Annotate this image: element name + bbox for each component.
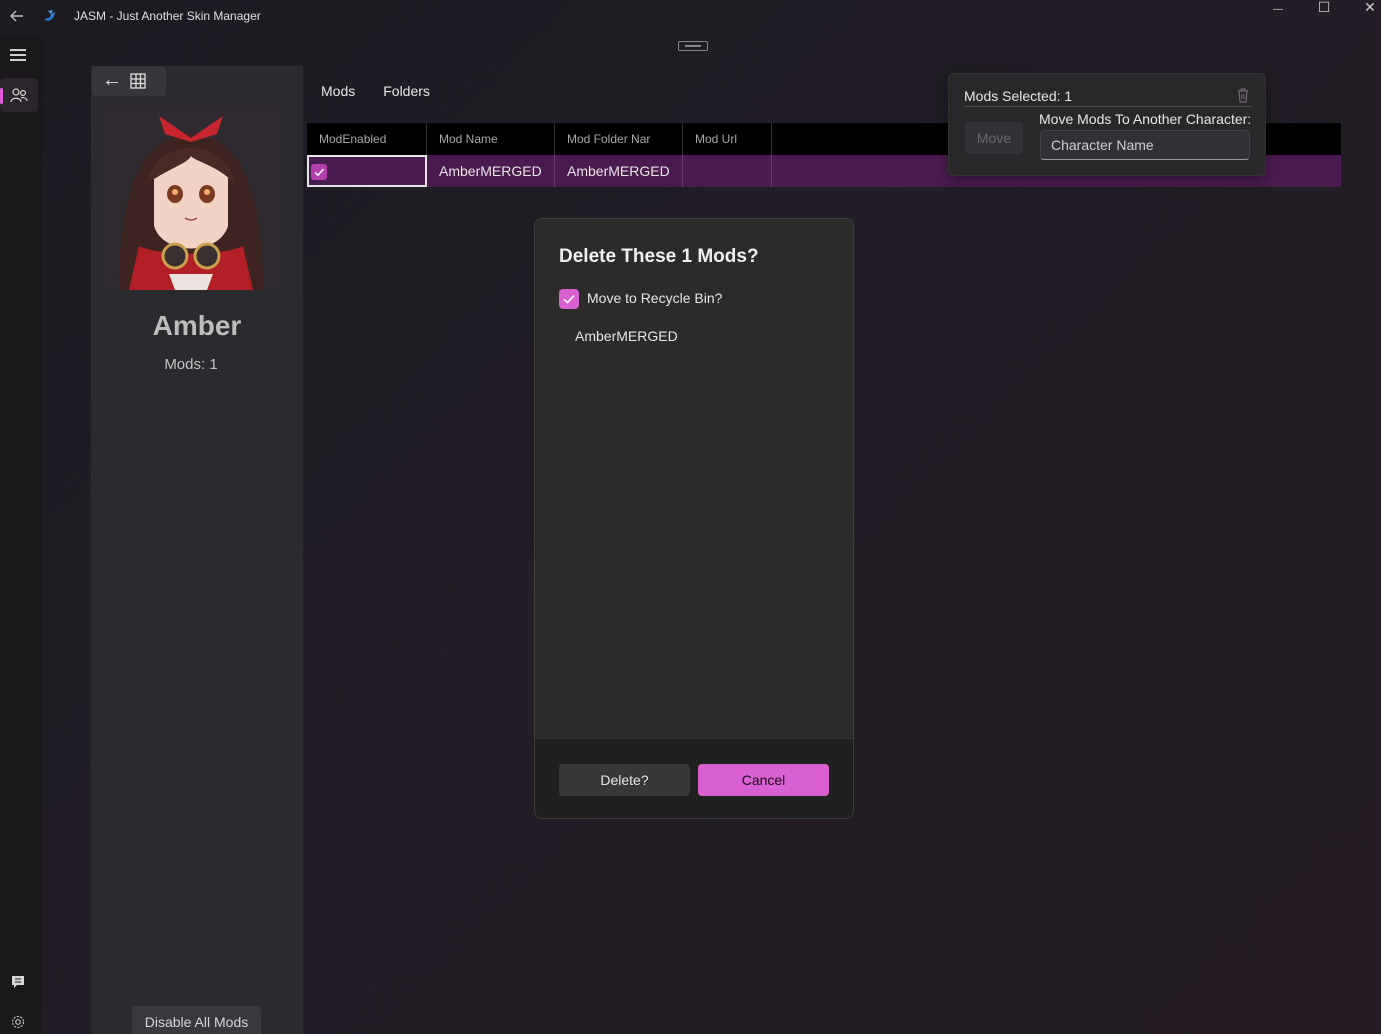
move-to-label: Move Mods To Another Character: [1039,111,1252,127]
minimize-icon: — [1273,4,1283,15]
recycle-bin-checkbox[interactable] [559,289,579,309]
delete-mods-dialog: Delete These 1 Mods? Move to Recycle Bin… [534,218,854,819]
checkmark-icon [314,168,325,177]
close-icon: ✕ [1364,0,1376,15]
column-header-mod-folder-name[interactable]: Mod Folder Nar [555,123,683,155]
character-name: Amber [152,310,242,341]
move-button[interactable]: Move [965,122,1023,154]
character-portrait [99,106,283,290]
character-mods-count: Mods: 1 [164,356,218,373]
disable-all-mods-button[interactable]: Disable All Mods [132,1006,261,1034]
dialog-footer: Delete? Cancel [535,738,853,818]
view-tabs: Mods Folders [321,83,430,99]
back-to-characters-icon[interactable]: ← [102,70,122,90]
selection-indicator [0,88,3,104]
tab-mods[interactable]: Mods [321,83,355,99]
selection-flyout: Mods Selected: 1 Move Move Mods To Anoth… [948,73,1266,176]
settings-icon[interactable] [10,1014,26,1034]
minimize-button[interactable]: — [1255,0,1301,30]
mod-folder-cell: AmberMERGED [555,155,683,187]
drag-handle[interactable] [678,41,708,51]
list-item: AmberMERGED [575,328,678,344]
window-title: JASM - Just Another Skin Manager [74,9,261,23]
tab-folders[interactable]: Folders [383,83,430,99]
trash-icon[interactable] [1235,87,1251,108]
character-name-input[interactable]: Character Name [1040,130,1250,160]
column-header-mod-enabled[interactable]: ModEnabled [307,123,427,155]
characters-icon [10,88,28,103]
recycle-bin-label[interactable]: Move to Recycle Bin? [587,290,722,306]
mod-name-cell: AmberMERGED [427,155,555,187]
hamburger-menu-icon[interactable] [10,49,26,61]
nav-item-characters[interactable] [0,78,38,112]
close-button[interactable]: ✕ [1347,0,1381,30]
dialog-title: Delete These 1 Mods? [559,246,759,267]
cancel-button[interactable]: Cancel [698,764,829,796]
mods-selected-count: Mods Selected: 1 [964,88,1073,104]
title-bar: JASM - Just Another Skin Manager — ☐ ✕ [0,0,1381,34]
maximize-button[interactable]: ☐ [1301,0,1347,30]
column-header-mod-url[interactable]: Mod Url [683,123,772,155]
column-header-mod-name[interactable]: Mod Name [427,123,555,155]
mod-enabled-checkbox[interactable] [311,164,327,180]
nav-rail [0,34,42,1034]
jasm-logo-icon [42,8,58,24]
character-nav-buttons: ← [92,66,166,96]
flyout-divider [964,106,1252,107]
delete-button[interactable]: Delete? [559,764,690,796]
grid-view-icon[interactable] [130,73,146,89]
maximize-icon: ☐ [1317,0,1331,15]
checkmark-icon [563,294,575,304]
back-arrow-icon[interactable] [9,8,27,26]
mod-url-cell [683,155,772,187]
mod-enabled-cell[interactable] [307,155,427,187]
feedback-icon[interactable] [10,974,26,995]
